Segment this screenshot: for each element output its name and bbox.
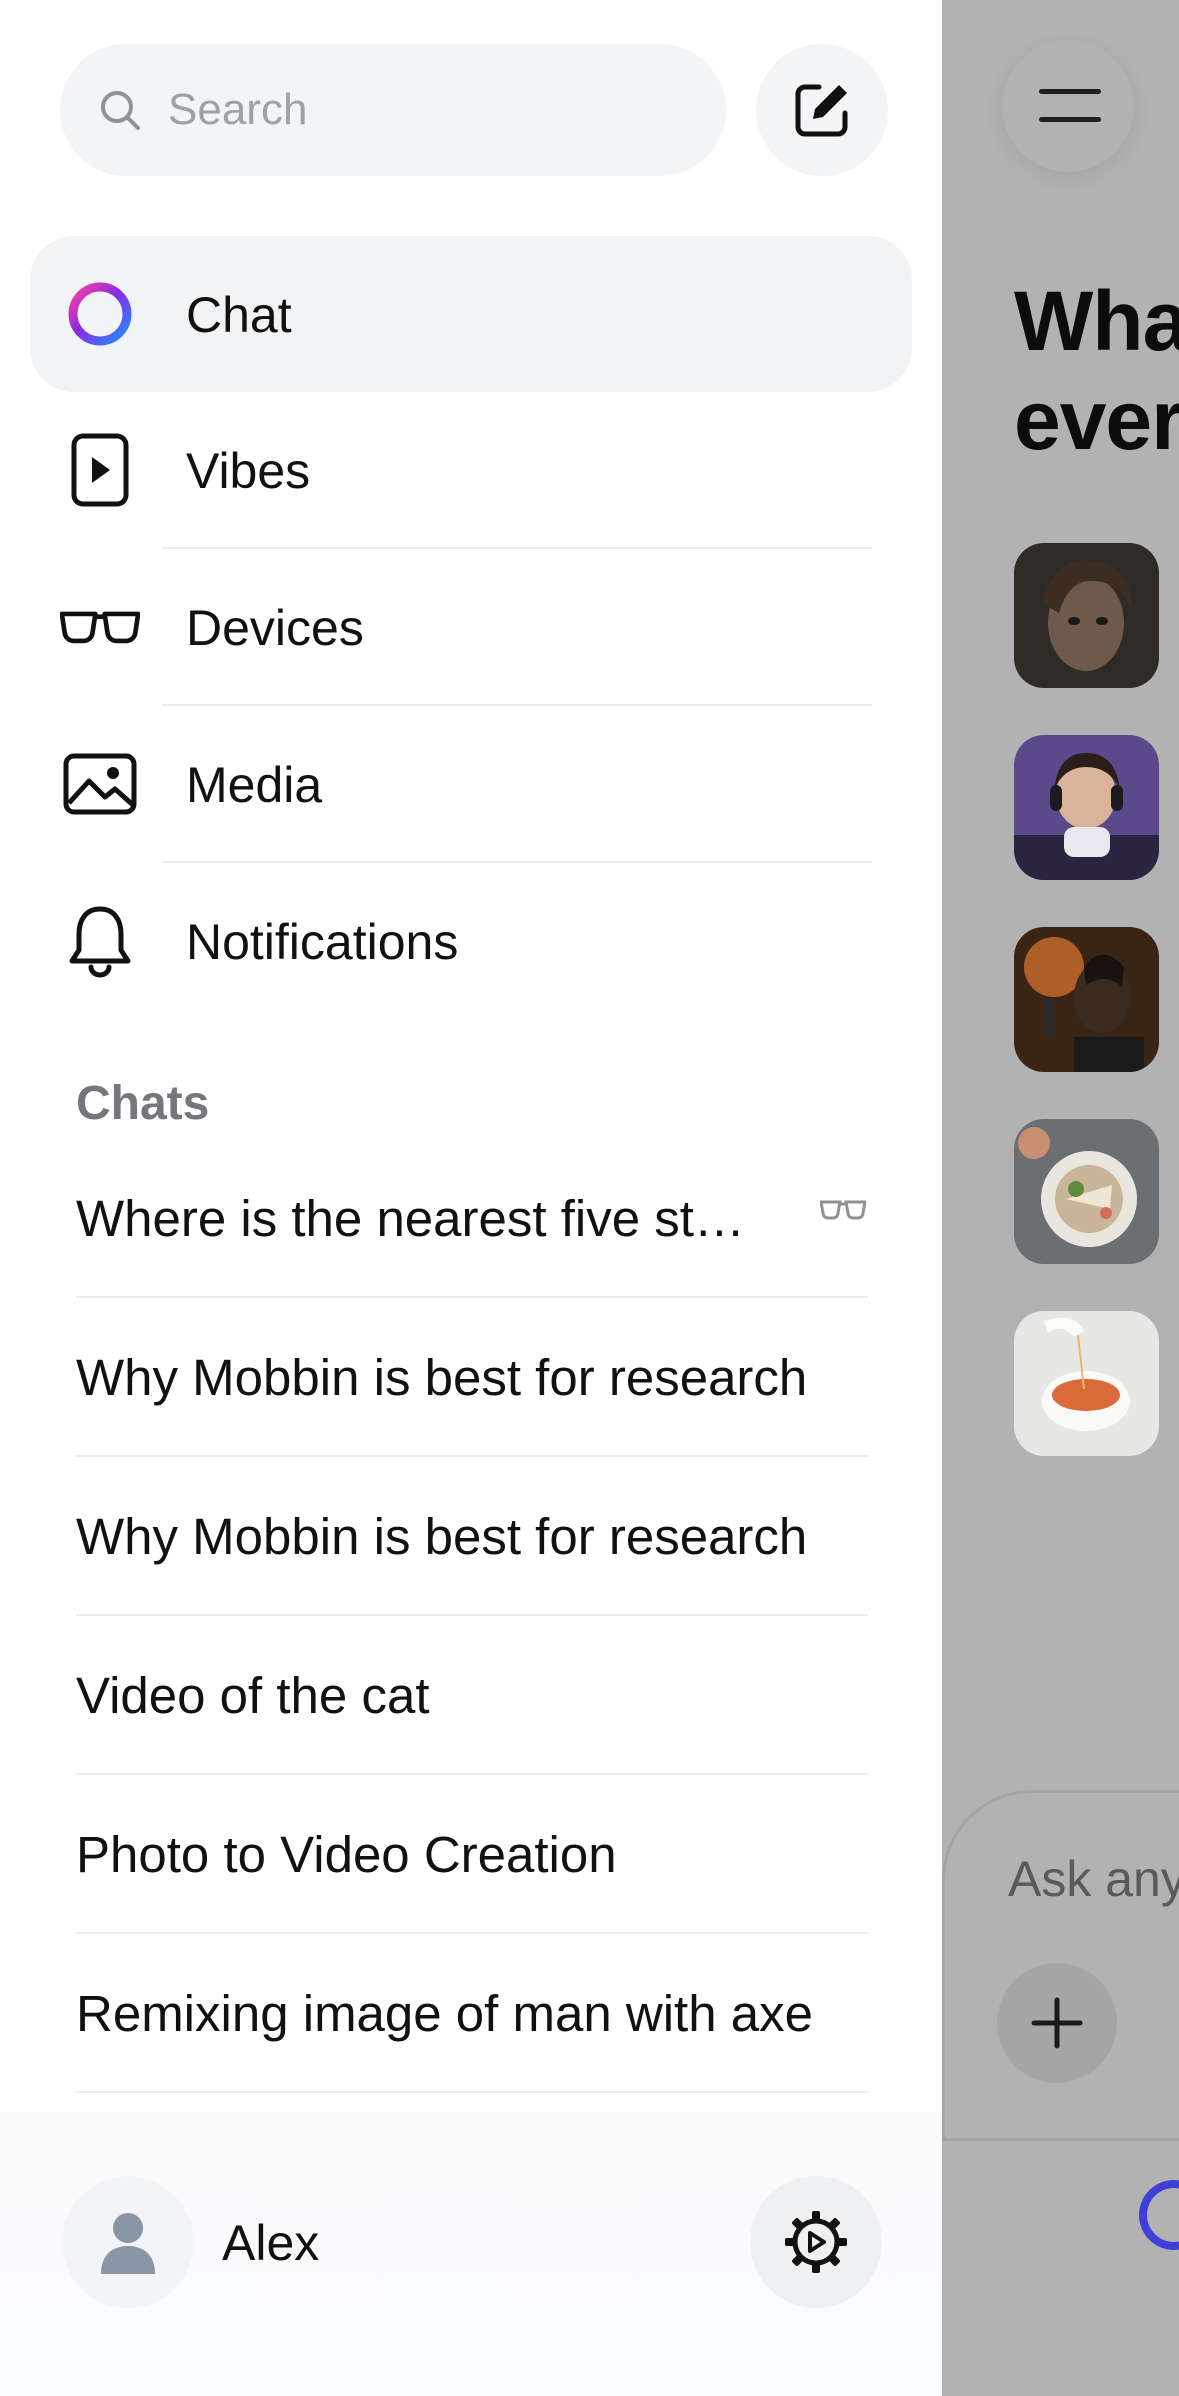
bell-icon	[60, 901, 140, 981]
nav-item-devices[interactable]: Devices	[30, 549, 912, 705]
nav-item-media[interactable]: Media	[30, 706, 912, 862]
plus-icon	[1031, 1997, 1083, 2049]
ask-input-placeholder: Ask any	[1008, 1851, 1179, 1907]
divider	[76, 2091, 868, 2093]
new-chat-button[interactable]	[756, 44, 888, 176]
chats-section-title: Chats	[76, 1077, 210, 1130]
nav-item-label: Notifications	[186, 914, 459, 970]
main-screen-background[interactable]: Wha ever Ask any	[942, 0, 1179, 2396]
chat-title: Remixing image of man with axe	[76, 1985, 813, 2042]
nav-item-label: Vibes	[186, 443, 311, 499]
nav-item-label: Chat	[186, 287, 292, 343]
chat-history-item[interactable]: Video of the cat	[76, 1616, 868, 1775]
suggestion-thumbnail-portrait[interactable]	[1014, 543, 1159, 688]
gear-icon	[785, 2211, 847, 2273]
settings-button[interactable]	[750, 2176, 882, 2308]
navigation-drawer: Chat Vibes Devices	[0, 0, 942, 2396]
search-input[interactable]	[168, 74, 688, 146]
chat-history-item[interactable]: Where is the nearest five st…	[76, 1139, 868, 1298]
chat-history-item[interactable]: Remixing image of man with axe	[76, 1934, 868, 2093]
nav-item-notifications[interactable]: Notifications	[30, 863, 912, 1019]
add-attachment-button[interactable]	[997, 1963, 1117, 2083]
nav-item-label: Devices	[186, 600, 364, 656]
glasses-icon	[820, 1200, 866, 1220]
suggestion-thumbnail-dj[interactable]	[1014, 735, 1159, 880]
user-icon	[101, 2213, 155, 2274]
nav-item-chat[interactable]: Chat	[30, 236, 912, 392]
chat-title: Where is the nearest five st…	[76, 1190, 745, 1247]
nav-item-label: Media	[186, 757, 323, 813]
image-icon	[60, 744, 140, 824]
play-video-icon	[60, 430, 140, 510]
meta-ai-tab-icon[interactable]	[1139, 2180, 1179, 2250]
compose-icon	[795, 84, 848, 137]
chat-title: Video of the cat	[76, 1667, 430, 1724]
welcome-heading: Wha ever	[1014, 274, 1179, 468]
chat-history-item[interactable]: Why Mobbin is best for research	[76, 1298, 868, 1457]
menu-button[interactable]	[1002, 40, 1134, 172]
suggestion-thumbnail-singer[interactable]	[1014, 927, 1159, 1072]
meta-ai-ring-icon	[60, 274, 140, 354]
suggestion-thumbnail-soup[interactable]	[1014, 1311, 1159, 1456]
bottom-bar-divider	[942, 2138, 1179, 2141]
chat-title: Why Mobbin is best for research	[76, 1508, 808, 1565]
search-icon	[101, 91, 140, 130]
chat-history-item[interactable]: Why Mobbin is best for research	[76, 1457, 868, 1616]
user-name[interactable]: Alex	[222, 2214, 319, 2272]
chat-history-item[interactable]: Photo to Video Creation	[76, 1775, 868, 1934]
chat-title: Why Mobbin is best for research	[76, 1349, 808, 1406]
chat-title: Photo to Video Creation	[76, 1826, 617, 1883]
search-bar[interactable]	[60, 44, 726, 176]
glasses-icon	[60, 587, 140, 667]
suggestion-thumbnail-food[interactable]	[1014, 1119, 1159, 1264]
nav-item-vibes[interactable]: Vibes	[30, 392, 912, 548]
avatar[interactable]	[62, 2176, 194, 2308]
